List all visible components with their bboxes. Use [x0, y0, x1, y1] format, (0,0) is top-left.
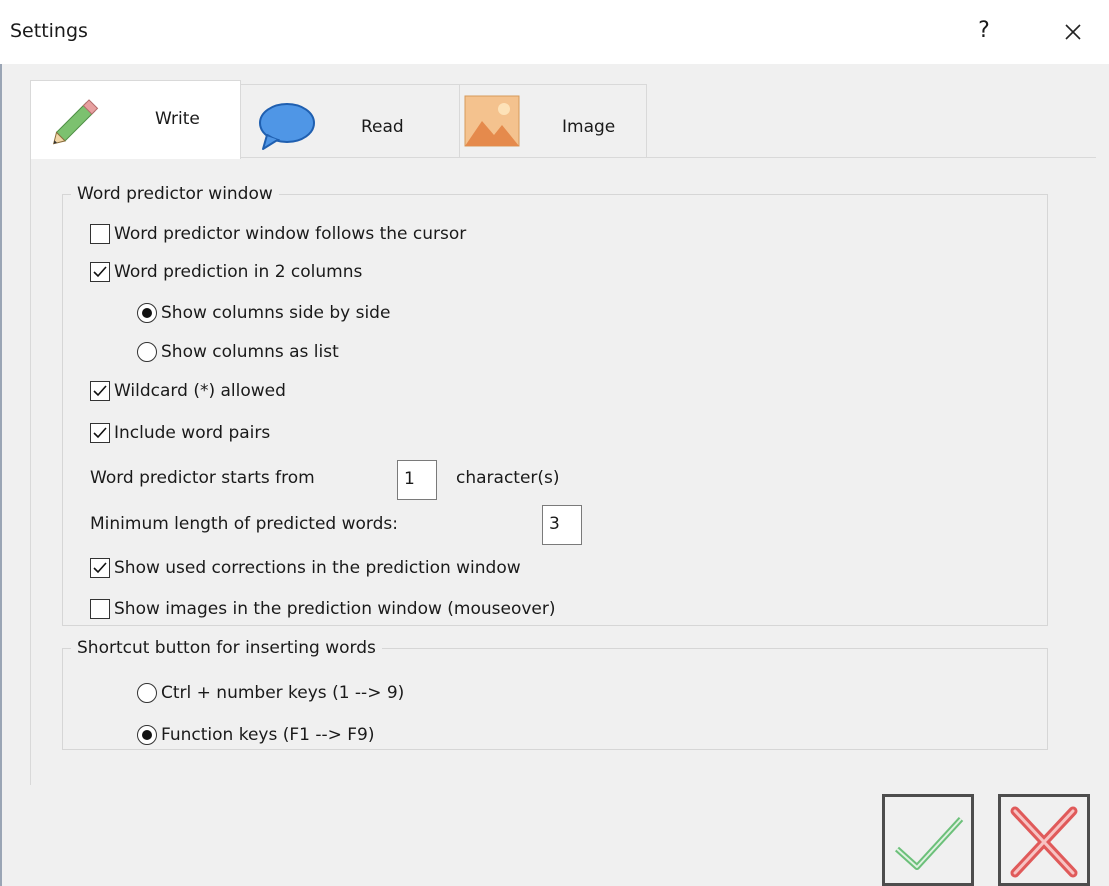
- two-columns-label: Word prediction in 2 columns: [114, 262, 363, 282]
- tab-read[interactable]: Read: [240, 84, 460, 157]
- checkmark-icon: [93, 562, 107, 574]
- tab-write-label: Write: [155, 109, 200, 129]
- follows-cursor-option[interactable]: Word predictor window follows the cursor: [90, 221, 466, 247]
- title-bar: Settings ?: [0, 0, 1109, 64]
- close-icon: [1065, 24, 1081, 40]
- tab-read-label: Read: [361, 117, 404, 137]
- as-list-option[interactable]: Show columns as list: [137, 339, 339, 365]
- image-icon: [464, 95, 520, 147]
- side-by-side-radio[interactable]: [137, 303, 157, 323]
- pencil-icon: [52, 99, 99, 145]
- ctrl-keys-option[interactable]: Ctrl + number keys (1 --> 9): [137, 680, 404, 706]
- shortcut-legend: Shortcut button for inserting words: [77, 638, 376, 658]
- used-corrections-option[interactable]: Show used corrections in the prediction …: [90, 555, 521, 581]
- checkmark-icon: [894, 816, 964, 870]
- show-images-checkbox[interactable]: [90, 599, 110, 619]
- ctrl-keys-radio[interactable]: [137, 683, 157, 703]
- checkmark-icon: [93, 427, 107, 439]
- show-images-option[interactable]: Show images in the prediction window (mo…: [90, 596, 556, 622]
- follows-cursor-checkbox[interactable]: [90, 224, 110, 244]
- window-title: Settings: [10, 20, 88, 42]
- wildcard-checkbox[interactable]: [90, 381, 110, 401]
- help-button[interactable]: ?: [972, 18, 996, 43]
- word-pairs-checkbox[interactable]: [90, 423, 110, 443]
- two-columns-checkbox[interactable]: [90, 262, 110, 282]
- wildcard-label: Wildcard (*) allowed: [114, 381, 286, 401]
- wildcard-option[interactable]: Wildcard (*) allowed: [90, 378, 286, 404]
- function-keys-radio[interactable]: [137, 725, 157, 745]
- window-frame: [0, 64, 2, 886]
- checkmark-icon: [93, 266, 107, 278]
- cancel-button[interactable]: [998, 794, 1090, 886]
- used-corrections-checkbox[interactable]: [90, 558, 110, 578]
- tab-write[interactable]: Write: [30, 80, 241, 159]
- follows-cursor-label: Word predictor window follows the cursor: [114, 224, 467, 244]
- checkmark-icon: [93, 385, 107, 397]
- as-list-radio[interactable]: [137, 342, 157, 362]
- word-pairs-label: Include word pairs: [114, 423, 271, 443]
- close-button[interactable]: [1058, 14, 1088, 48]
- tab-image-label: Image: [562, 117, 616, 137]
- function-keys-label: Function keys (F1 --> F9): [161, 725, 375, 745]
- as-list-label: Show columns as list: [161, 342, 339, 362]
- side-by-side-option[interactable]: Show columns side by side: [137, 300, 390, 326]
- starts-from-unit: character(s): [456, 468, 560, 488]
- word-pairs-option[interactable]: Include word pairs: [90, 420, 270, 446]
- ok-button[interactable]: [882, 794, 974, 886]
- two-columns-option[interactable]: Word prediction in 2 columns: [90, 259, 362, 285]
- used-corrections-label: Show used corrections in the prediction …: [114, 558, 521, 578]
- function-keys-option[interactable]: Function keys (F1 --> F9): [137, 722, 375, 748]
- radio-selected-dot: [142, 308, 152, 318]
- min-length-label: Minimum length of predicted words:: [90, 514, 398, 534]
- tab-image[interactable]: Image: [459, 84, 647, 157]
- red-x-icon: [1010, 806, 1078, 878]
- side-by-side-label: Show columns side by side: [161, 303, 391, 323]
- starts-from-label: Word predictor starts from: [90, 468, 315, 488]
- show-images-label: Show images in the prediction window (mo…: [114, 599, 556, 619]
- speech-bubble-icon: [259, 103, 315, 150]
- ctrl-keys-label: Ctrl + number keys (1 --> 9): [161, 683, 405, 703]
- starts-from-input[interactable]: 1: [397, 460, 437, 500]
- radio-selected-dot: [142, 730, 152, 740]
- min-length-input[interactable]: 3: [542, 505, 582, 545]
- word-predictor-legend: Word predictor window: [77, 184, 273, 204]
